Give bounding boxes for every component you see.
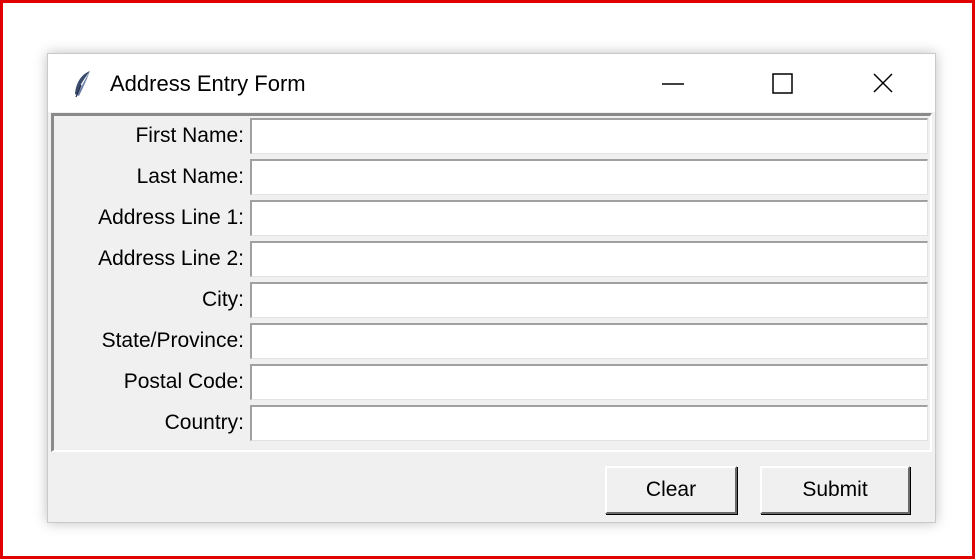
address-line-1-field[interactable] bbox=[250, 200, 928, 236]
form-row-state-province: State/Province: bbox=[54, 321, 930, 362]
address-line-2-label: Address Line 2: bbox=[98, 247, 244, 270]
state-province-label: State/Province: bbox=[101, 329, 244, 352]
maximize-icon bbox=[772, 73, 793, 94]
address-line-2-field[interactable] bbox=[250, 241, 928, 277]
first-name-label: First Name: bbox=[135, 124, 244, 147]
postal-code-field[interactable] bbox=[250, 364, 928, 400]
feather-icon bbox=[75, 71, 90, 98]
app-window: Address Entry Form First Name: Last Name… bbox=[47, 53, 936, 523]
clear-button[interactable]: Clear bbox=[605, 466, 737, 514]
minimize-icon bbox=[662, 83, 684, 85]
window-title: Address Entry Form bbox=[110, 71, 306, 96]
address-form: First Name: Last Name: Address Line 1: A… bbox=[51, 113, 932, 452]
last-name-label: Last Name: bbox=[136, 165, 244, 188]
title-bar[interactable]: Address Entry Form bbox=[48, 54, 935, 112]
country-field[interactable] bbox=[250, 405, 928, 441]
form-row-country: Country: bbox=[54, 403, 930, 444]
form-row-city: City: bbox=[54, 280, 930, 321]
city-label: City: bbox=[202, 288, 244, 311]
country-label: Country: bbox=[164, 411, 244, 434]
minimize-button[interactable] bbox=[628, 54, 718, 112]
highlight-frame: Address Entry Form First Name: Last Name… bbox=[0, 0, 975, 559]
city-field[interactable] bbox=[250, 282, 928, 318]
maximize-button[interactable] bbox=[738, 54, 828, 112]
form-row-last-name: Last Name: bbox=[54, 157, 930, 198]
address-line-1-label: Address Line 1: bbox=[98, 206, 244, 229]
close-button[interactable] bbox=[838, 54, 928, 112]
form-row-address-line-2: Address Line 2: bbox=[54, 239, 930, 280]
submit-button[interactable]: Submit bbox=[760, 466, 910, 514]
postal-code-label: Postal Code: bbox=[123, 370, 244, 393]
form-row-postal-code: Postal Code: bbox=[54, 362, 930, 403]
last-name-field[interactable] bbox=[250, 159, 928, 195]
form-row-first-name: First Name: bbox=[54, 116, 930, 157]
first-name-field[interactable] bbox=[250, 118, 928, 154]
close-icon bbox=[873, 73, 893, 93]
state-province-field[interactable] bbox=[250, 323, 928, 359]
form-row-address-line-1: Address Line 1: bbox=[54, 198, 930, 239]
